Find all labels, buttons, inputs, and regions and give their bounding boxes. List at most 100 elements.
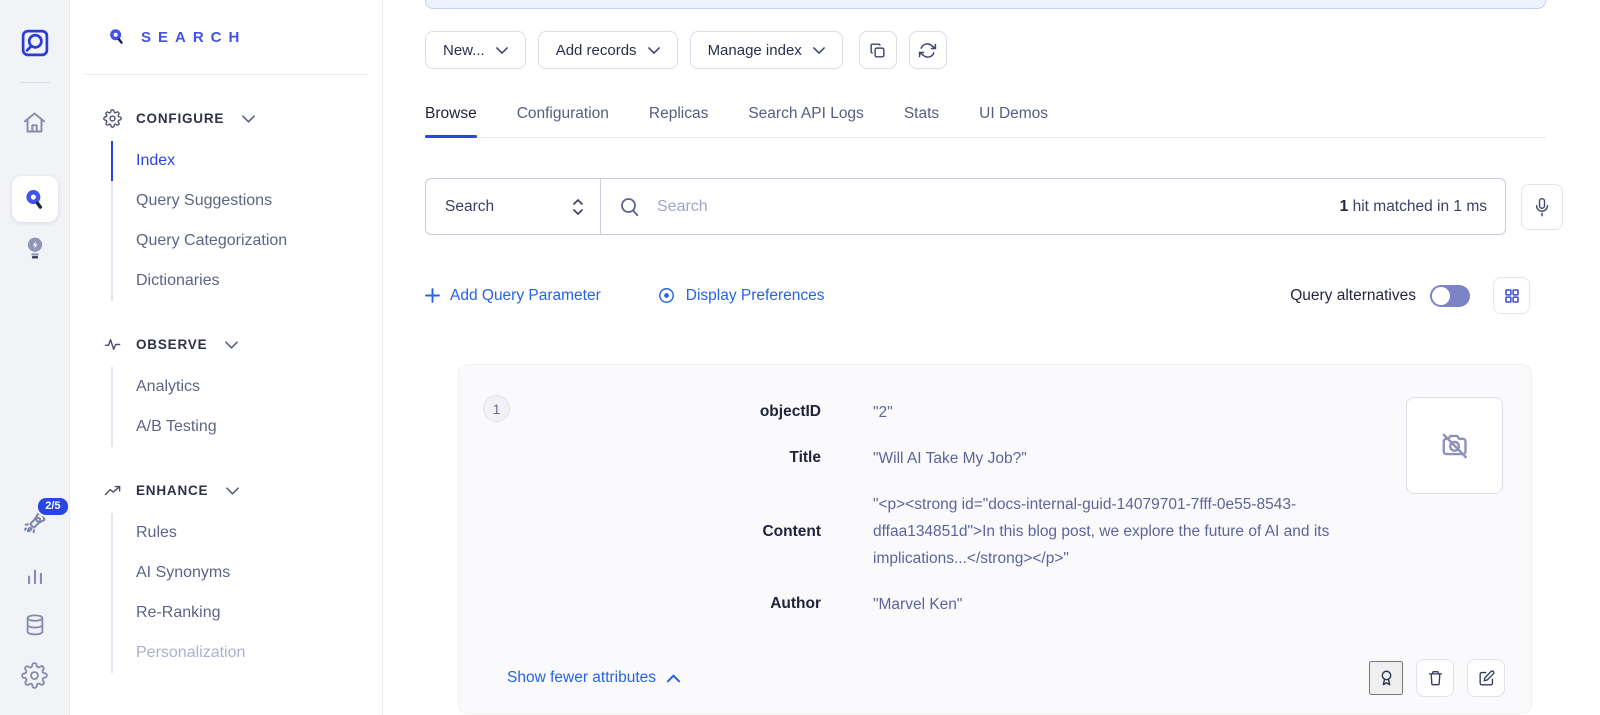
refresh-button[interactable] (909, 31, 947, 69)
query-alternatives-toggle[interactable] (1430, 285, 1470, 307)
sidebar-item-index[interactable]: Index (111, 141, 382, 181)
search-icon (618, 195, 642, 219)
ranking-info-button[interactable] (1369, 661, 1403, 695)
trash-icon (1426, 668, 1445, 688)
hits-count: 1 (1340, 198, 1349, 215)
sidebar-item-query-categorization[interactable]: Query Categorization (111, 221, 382, 261)
hit-card-footer: Show fewer attributes (507, 659, 1505, 697)
attribute-value: "<p><strong id="docs-internal-guid-14079… (873, 491, 1400, 572)
copy-index-button[interactable] (859, 31, 897, 69)
sidebar-item-analytics[interactable]: Analytics (111, 367, 382, 407)
delete-record-button[interactable] (1416, 659, 1454, 697)
add-records-label: Add records (556, 42, 637, 59)
hits-text: hit matched in 1 ms (1348, 198, 1487, 215)
new-button-label: New... (443, 42, 485, 59)
index-tabs: Browse Configuration Replicas Search API… (425, 105, 1546, 138)
section-observe: OBSERVE Analytics A/B Testing (70, 335, 382, 447)
tab-ui-demos[interactable]: UI Demos (979, 105, 1048, 137)
section-enhance-header[interactable]: ENHANCE (103, 481, 382, 500)
grid-icon (1503, 287, 1521, 305)
search-mode-select[interactable]: Search (425, 178, 601, 235)
index-selector-remnant[interactable] (425, 0, 1546, 9)
sidebar-item-ab-testing[interactable]: A/B Testing (111, 407, 382, 447)
section-enhance-items: Rules AI Synonyms Re-Ranking Personaliza… (111, 513, 382, 673)
hit-card: 1 objectID "2" Title "Will AI Take My Jo… (458, 364, 1532, 714)
recommend-bulb-icon[interactable] (22, 234, 48, 262)
search-mode-value: Search (445, 198, 494, 216)
sidebar-divider (84, 74, 368, 75)
tab-search-api-logs[interactable]: Search API Logs (748, 105, 863, 137)
attribute-value: "Will AI Take My Job?" (873, 445, 1400, 472)
sidebar-item-ai-synonyms[interactable]: AI Synonyms (111, 553, 382, 593)
hit-actions (1369, 659, 1505, 697)
new-button[interactable]: New... (425, 31, 526, 69)
search-nav-icon[interactable] (12, 176, 58, 222)
search-input[interactable]: Search 1 hit matched in 1 ms (601, 178, 1506, 235)
activity-pulse-icon (103, 335, 122, 354)
display-preferences-label: Display Preferences (686, 287, 825, 305)
tab-browse[interactable]: Browse (425, 105, 477, 137)
section-enhance-label: ENHANCE (136, 483, 208, 498)
section-configure-label: CONFIGURE (136, 111, 224, 126)
tab-configuration[interactable]: Configuration (517, 105, 609, 137)
query-controls-row: Add Query Parameter Display Preferences … (425, 277, 1530, 314)
eye-icon (657, 286, 676, 305)
sidebar-item-re-ranking[interactable]: Re-Ranking (111, 593, 382, 633)
chevron-down-icon (226, 487, 239, 495)
trending-up-icon (103, 481, 122, 500)
section-observe-label: OBSERVE (136, 337, 207, 352)
chevron-down-icon (496, 47, 508, 54)
attribute-name: objectID (483, 399, 821, 426)
sidebar-item-dictionaries[interactable]: Dictionaries (111, 261, 382, 301)
tab-stats[interactable]: Stats (904, 105, 939, 137)
chevron-down-icon (242, 115, 255, 123)
section-configure-header[interactable]: CONFIGURE (103, 109, 382, 128)
toggle-knob (1432, 287, 1450, 305)
app-root: 2/5 (0, 0, 1600, 715)
upgrade-rocket-icon[interactable]: 2/5 (20, 508, 50, 538)
query-alternatives-group: Query alternatives (1290, 277, 1530, 314)
settings-gear-icon[interactable] (21, 662, 48, 689)
medal-icon (1376, 667, 1397, 690)
query-alternatives-label: Query alternatives (1290, 287, 1416, 305)
layout-grid-button[interactable] (1493, 277, 1530, 314)
section-observe-items: Analytics A/B Testing (111, 367, 382, 447)
search-placeholder: Search (657, 198, 1340, 216)
sidebar-item-personalization[interactable]: Personalization (111, 633, 382, 673)
rail-divider (20, 82, 50, 83)
show-fewer-attributes-link[interactable]: Show fewer attributes (507, 669, 680, 687)
usage-badge: 2/5 (36, 496, 69, 517)
rail-bottom-group: 2/5 (20, 508, 50, 715)
main-content: New... Add records Manage index (383, 0, 1600, 715)
plus-icon (425, 288, 440, 303)
copy-icon (868, 41, 887, 60)
data-sources-icon[interactable] (22, 612, 48, 638)
edit-icon (1477, 669, 1496, 688)
chevron-down-icon (813, 47, 825, 54)
product-sidebar: SEARCH CONFIGURE Index Query Suggestions (70, 0, 383, 715)
show-fewer-label: Show fewer attributes (507, 669, 656, 687)
attribute-value: "Marvel Ken" (873, 591, 1400, 618)
camera-off-icon (1437, 428, 1473, 464)
attribute-row: objectID "2" (483, 399, 1503, 426)
hits-summary: 1 hit matched in 1 ms (1340, 198, 1487, 216)
manage-index-button[interactable]: Manage index (690, 31, 843, 69)
algolia-logo-icon[interactable] (18, 26, 52, 60)
sidebar-item-rules[interactable]: Rules (111, 513, 382, 553)
section-observe-header[interactable]: OBSERVE (103, 335, 382, 354)
add-query-parameter-label: Add Query Parameter (450, 287, 601, 305)
display-preferences-link[interactable]: Display Preferences (657, 286, 825, 305)
add-query-parameter-link[interactable]: Add Query Parameter (425, 287, 601, 305)
refresh-icon (918, 41, 937, 60)
analytics-bars-icon[interactable] (22, 562, 48, 588)
home-icon[interactable] (21, 109, 48, 136)
gear-icon (103, 109, 122, 128)
tab-replicas[interactable]: Replicas (649, 105, 708, 137)
add-records-button[interactable]: Add records (538, 31, 678, 69)
sidebar-item-query-suggestions[interactable]: Query Suggestions (111, 181, 382, 221)
index-toolbar: New... Add records Manage index (425, 31, 1600, 69)
product-title: SEARCH (141, 29, 246, 46)
voice-search-button[interactable] (1521, 184, 1563, 230)
section-enhance: ENHANCE Rules AI Synonyms Re-Ranking Per… (70, 481, 382, 673)
edit-record-button[interactable] (1467, 659, 1505, 697)
